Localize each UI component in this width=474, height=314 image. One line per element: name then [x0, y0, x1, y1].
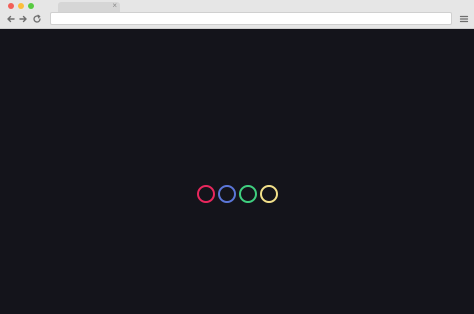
ring-yellow-icon — [260, 185, 278, 203]
page-viewport — [0, 29, 474, 314]
reload-button[interactable] — [31, 13, 43, 25]
arrow-left-icon — [7, 15, 15, 23]
browser-chrome: × — [0, 0, 474, 29]
ring-blue-icon — [218, 185, 236, 203]
back-button[interactable] — [5, 13, 17, 25]
loading-indicator — [197, 185, 279, 203]
ring-red-icon — [197, 185, 215, 203]
arrow-right-icon — [19, 15, 27, 23]
menu-button[interactable] — [458, 13, 470, 25]
close-window-icon[interactable] — [8, 3, 14, 9]
reload-icon — [33, 14, 41, 23]
maximize-window-icon[interactable] — [28, 3, 34, 9]
tab-close-icon[interactable]: × — [112, 1, 117, 11]
minimize-window-icon[interactable] — [18, 3, 24, 9]
hamburger-menu-icon — [459, 15, 469, 23]
browser-tab[interactable]: × — [58, 1, 120, 12]
forward-button[interactable] — [17, 13, 29, 25]
ring-green-icon — [239, 185, 257, 203]
address-bar[interactable] — [50, 12, 452, 25]
